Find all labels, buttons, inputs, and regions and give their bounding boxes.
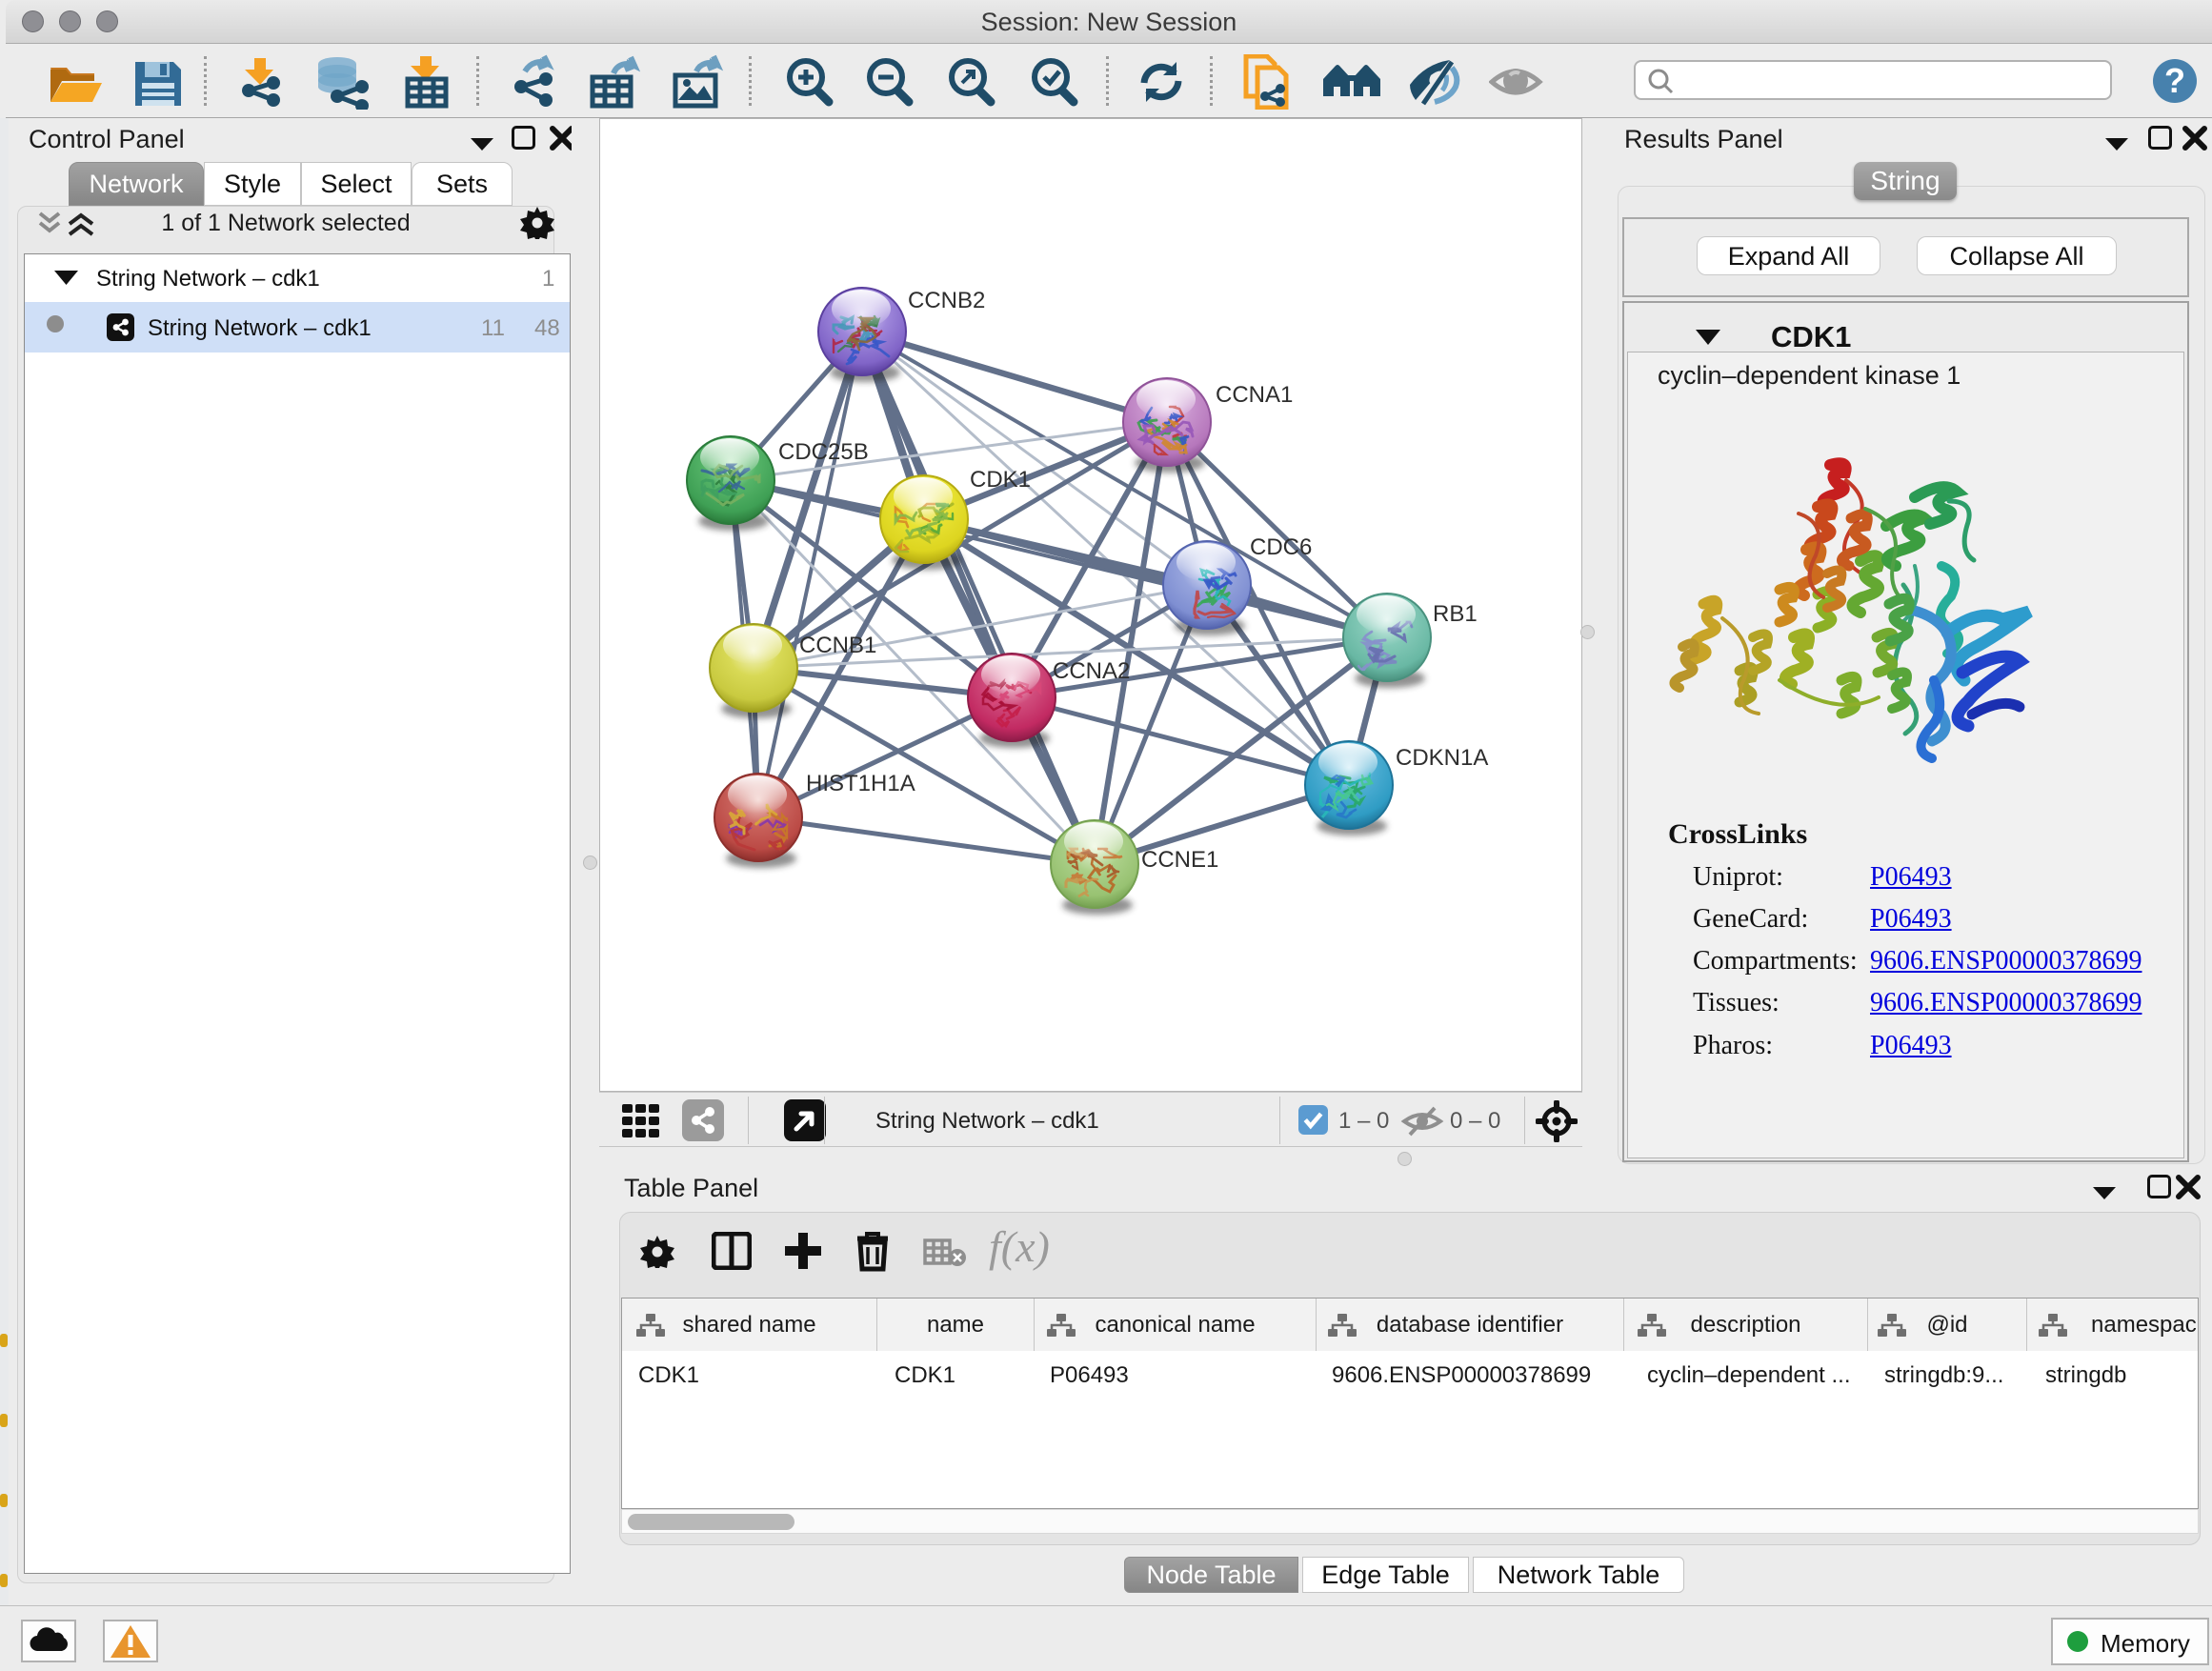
svg-text:CDC6: CDC6 — [1250, 534, 1312, 560]
svg-text:CCNA2: CCNA2 — [1053, 658, 1130, 684]
svg-text:CCNB1: CCNB1 — [799, 633, 876, 658]
svg-text:CCNB2: CCNB2 — [908, 288, 985, 313]
svg-text:RB1: RB1 — [1433, 601, 1478, 627]
svg-text:CDK1: CDK1 — [970, 467, 1031, 493]
svg-text:HIST1H1A: HIST1H1A — [806, 771, 915, 796]
svg-text:CCNA1: CCNA1 — [1216, 382, 1293, 408]
svg-text:CDC25B: CDC25B — [778, 439, 869, 465]
svg-text:CDKN1A: CDKN1A — [1396, 745, 1488, 771]
svg-text:?: ? — [2164, 61, 2185, 100]
svg-text:CCNE1: CCNE1 — [1141, 847, 1218, 873]
